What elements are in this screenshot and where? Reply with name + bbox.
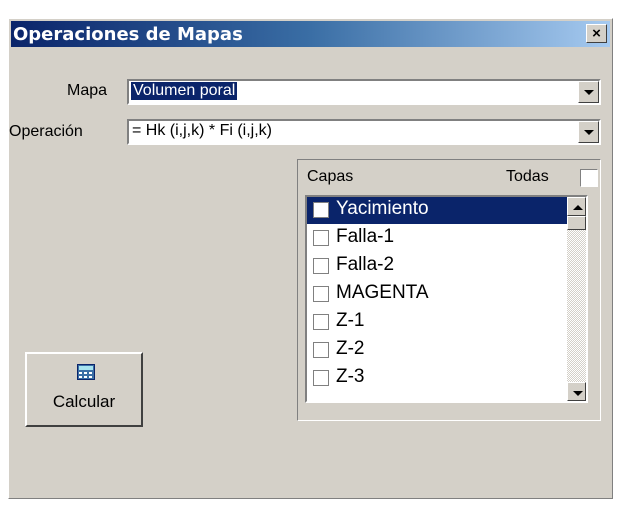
list-item[interactable]: Z-3	[307, 365, 569, 392]
scroll-thumb[interactable]	[567, 216, 586, 230]
layer-checkbox[interactable]	[313, 286, 329, 302]
list-item[interactable]: MAGENTA	[307, 281, 569, 308]
operation-dropdown-button[interactable]	[578, 121, 599, 143]
layer-checkbox[interactable]	[313, 370, 329, 386]
all-layers-checkbox[interactable]	[580, 169, 598, 187]
list-item[interactable]: Yacimiento	[307, 197, 569, 224]
scroll-up-button[interactable]	[567, 197, 586, 216]
chevron-up-icon	[573, 205, 583, 210]
list-item[interactable]: Falla-2	[307, 253, 569, 280]
chevron-down-icon	[584, 90, 594, 95]
calculate-button[interactable]: Calcular	[25, 352, 143, 427]
layers-scrollbar[interactable]	[567, 197, 586, 401]
layer-checkbox[interactable]	[313, 314, 329, 330]
list-item[interactable]: Z-1	[307, 309, 569, 336]
layer-label: Z-3	[336, 366, 365, 387]
layer-label: Falla-1	[336, 226, 395, 247]
list-item[interactable]: Z-2	[307, 337, 569, 364]
list-item[interactable]: Falla-1	[307, 225, 569, 252]
operation-select[interactable]: = Hk (i,j,k) * Fi (i,j,k)	[127, 119, 601, 145]
chevron-down-icon	[584, 130, 594, 135]
layer-label: Z-2	[336, 338, 365, 359]
chevron-down-icon	[573, 391, 583, 396]
calculator-icon	[77, 364, 95, 380]
layer-label: Yacimiento	[336, 198, 429, 219]
close-button[interactable]: ×	[586, 24, 607, 43]
layers-header: Capas	[307, 168, 354, 185]
close-icon: ×	[592, 25, 601, 42]
layer-checkbox[interactable]	[313, 342, 329, 358]
operation-label: Operación	[9, 123, 83, 140]
layer-checkbox[interactable]	[313, 258, 329, 274]
layer-label: Falla-2	[336, 254, 395, 275]
layer-checkbox[interactable]	[313, 202, 329, 218]
layer-label: Z-1	[336, 310, 365, 331]
layer-label: MAGENTA	[336, 282, 429, 303]
calculate-button-label: Calcular	[52, 392, 116, 411]
map-select[interactable]: Volumen poral	[127, 79, 601, 105]
title-bar[interactable]: Operaciones de Mapas ×	[11, 21, 610, 47]
window-title: Operaciones de Mapas	[13, 24, 243, 45]
layers-list[interactable]: Yacimiento Falla-1 Falla-2 MAGENTA Z-1 Z-2 Z-3	[305, 195, 588, 403]
layer-checkbox[interactable]	[313, 230, 329, 246]
map-select-value: Volumen poral	[131, 82, 238, 100]
operation-select-value: = Hk (i,j,k) * Fi (i,j,k)	[132, 122, 272, 139]
scroll-down-button[interactable]	[567, 382, 586, 401]
all-layers-label: Todas	[506, 168, 549, 185]
map-operations-dialog: Operaciones de Mapas × Mapa Volumen pora…	[8, 18, 613, 499]
map-label: Mapa	[67, 82, 108, 99]
map-dropdown-button[interactable]	[578, 81, 599, 103]
